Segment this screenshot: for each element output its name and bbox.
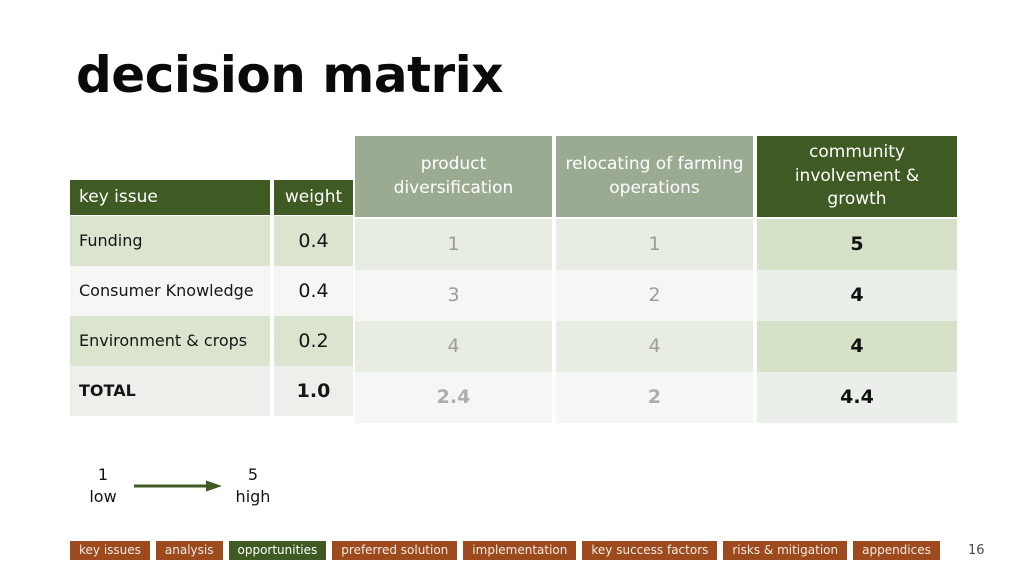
nav-tab-key-success-factors[interactable]: key success factors xyxy=(582,541,718,560)
score-cell: 5 xyxy=(757,219,957,270)
nav-tab-risks-mitigation[interactable]: risks & mitigation xyxy=(723,541,848,560)
cell-weight: 0.2 xyxy=(274,316,353,366)
nav-tab-opportunities[interactable]: opportunities xyxy=(228,541,327,560)
nav-tab-key-issues[interactable]: key issues xyxy=(70,541,150,560)
option-scores: 5 4 4 4.4 xyxy=(757,219,957,423)
cell-total-label: TOTAL xyxy=(70,366,270,416)
scale-legend: 1 low 5 high xyxy=(78,464,278,508)
matrix-left-columns: key issue weight Funding 0.4 Consumer Kn… xyxy=(70,180,353,416)
column-header-key-issue: key issue xyxy=(70,180,270,215)
option-column-product-diversification: product diversification 1 3 4 2.4 xyxy=(355,136,552,423)
score-cell-total: 2 xyxy=(556,372,753,423)
arrow-right-icon xyxy=(132,478,224,494)
score-cell-total: 2.4 xyxy=(355,372,552,423)
table-row: Environment & crops 0.2 xyxy=(70,316,353,366)
cell-key-issue: Consumer Knowledge xyxy=(70,266,270,316)
cell-weight: 0.4 xyxy=(274,266,353,316)
nav-tab-preferred-solution[interactable]: preferred solution xyxy=(332,541,458,560)
table-row: Funding 0.4 xyxy=(70,216,353,266)
table-row: Consumer Knowledge 0.4 xyxy=(70,266,353,316)
score-cell: 4 xyxy=(355,321,552,372)
score-cell: 3 xyxy=(355,270,552,321)
score-cell: 1 xyxy=(556,219,753,270)
cell-key-issue: Environment & crops xyxy=(70,316,270,366)
legend-high-label: high xyxy=(235,487,271,506)
score-cell: 4 xyxy=(757,270,957,321)
score-cell: 1 xyxy=(355,219,552,270)
score-cell: 4 xyxy=(556,321,753,372)
option-header-highlighted: community involvement & growth xyxy=(757,136,957,217)
cell-total-weight: 1.0 xyxy=(274,366,353,416)
cell-key-issue: Funding xyxy=(70,216,270,266)
score-cell-total: 4.4 xyxy=(757,372,957,423)
column-header-weight: weight xyxy=(274,180,353,215)
table-row-total: TOTAL 1.0 xyxy=(70,366,353,416)
option-column-community-involvement-growth: community involvement & growth 5 4 4 4.4 xyxy=(757,136,957,423)
score-cell: 4 xyxy=(757,321,957,372)
option-column-relocating-farming-operations: relocating of farming operations 1 2 4 2 xyxy=(556,136,753,423)
nav-tab-appendices[interactable]: appendices xyxy=(853,541,940,560)
option-header: relocating of farming operations xyxy=(556,136,753,217)
legend-low-label: low xyxy=(89,487,117,506)
cell-weight: 0.4 xyxy=(274,216,353,266)
nav-tab-implementation[interactable]: implementation xyxy=(463,541,577,560)
legend-high-value: 5 xyxy=(247,465,259,485)
option-scores: 1 2 4 2 xyxy=(556,219,753,423)
option-scores: 1 3 4 2.4 xyxy=(355,219,552,423)
page-number: 16 xyxy=(968,543,985,558)
section-navigation: key issues analysis opportunities prefer… xyxy=(70,541,940,560)
option-header: product diversification xyxy=(355,136,552,217)
legend-low: 1 low xyxy=(78,464,128,507)
matrix-header-row: key issue weight xyxy=(70,180,353,215)
legend-low-value: 1 xyxy=(97,465,109,485)
legend-high: 5 high xyxy=(228,464,278,507)
score-cell: 2 xyxy=(556,270,753,321)
nav-tab-analysis[interactable]: analysis xyxy=(155,541,223,560)
